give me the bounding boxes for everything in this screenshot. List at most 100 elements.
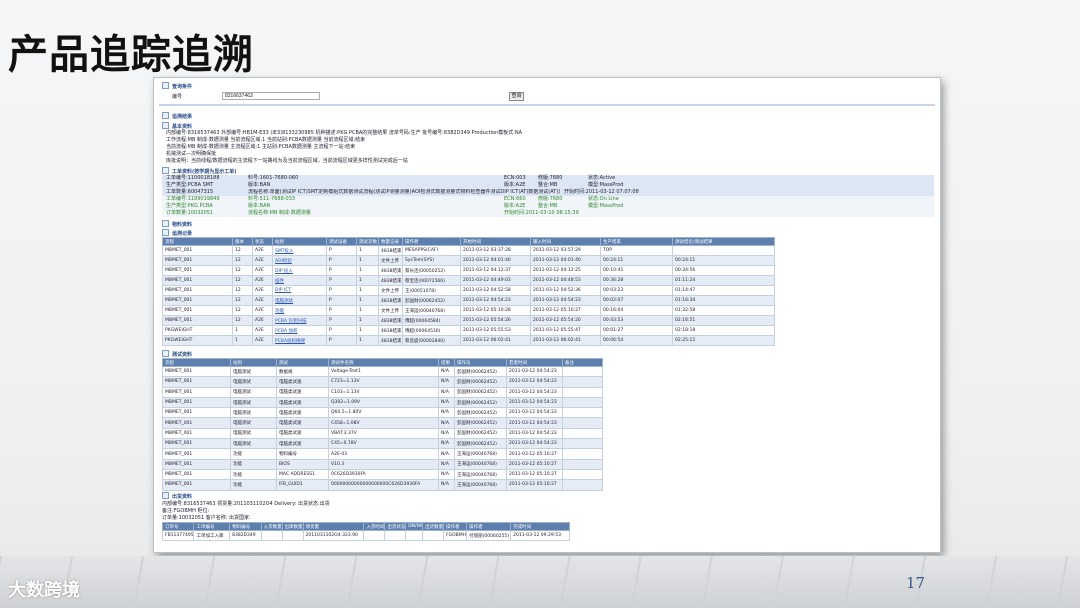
table-cell: 00000000000000000000C626D3930FA [328,479,439,491]
order-field: 流程名称:单面(测试IP ICT)SMT定制模组式数据测试流程(测试IP测量测量… [248,189,560,195]
column-header[interactable]: 操作者 [402,237,461,246]
order-field: 开始时间:2011-03-12 07:07:08 [564,189,639,195]
table-cell: PKGWEIGHT [162,335,233,346]
table-cell: 2011-03-12 04:01:40 [460,255,531,266]
order-field: 生产类型:PCBA SMT [166,182,214,188]
column-header[interactable]: DN/WO [405,522,424,531]
column-header[interactable]: 操作者 [466,522,512,531]
column-header[interactable]: 物料编号 [229,522,262,531]
table-cell [562,458,603,470]
station-link[interactable]: PCBA 加权 [272,325,327,336]
order-field: ECN:003 [504,175,526,181]
table-cell: N/A [438,438,455,450]
table-cell: 2011-03-12 04:54:23 [506,376,563,388]
column-header[interactable]: 出库数量 [281,522,304,531]
table-cell: Q392=1.09V [328,396,439,409]
table-cell: 电脑测试 [230,438,277,450]
order-field: 版本:BAN [248,203,271,209]
column-header[interactable]: 流程 [162,237,233,246]
basic-line: 库批说明：当前线程/数据流程的主流程下一站路线为及当前流程区域，当前流程区域更多… [166,158,408,164]
station-link[interactable]: PCBA 包装扫描 [272,315,327,326]
column-header[interactable]: 输入时间 [530,237,601,246]
column-header[interactable]: 入货数量 [260,522,283,531]
table-cell: A2E [252,325,273,336]
table-cell: Q60.5=1.80V [328,407,439,419]
table-cell: 02:18:18 [672,325,775,336]
table-cell: N/A [438,417,455,429]
column-header[interactable]: 入货时间 [363,522,386,531]
divider [159,104,935,106]
table-cell: VBAT:3.37V [328,427,439,440]
table-row: PKGWEIGHT 1 A2E PCBA加权确保 P 1 4838结束 蔡昌盛(0000284… [162,335,775,346]
table-cell [281,530,304,541]
column-header[interactable]: 开始时间 [460,237,531,246]
column-header[interactable]: 领货量 [302,522,365,531]
column-header[interactable]: 测试次数 [356,237,379,246]
table-cell: 1 [356,325,379,336]
table-cell: 2011-03-12 04:54:23 [506,417,563,429]
table-cell: 2011-03-12 05:55:47 [530,325,601,336]
station-link[interactable]: DIP 投入 [272,265,327,276]
column-header[interactable]: 订单号 [161,522,195,531]
column-header[interactable]: 站别 [230,358,277,367]
station-link[interactable]: DIP ICT [272,285,327,296]
column-header[interactable]: 出货状态 [384,522,407,531]
table-cell: 物料编号 [276,448,329,460]
column-header[interactable]: 工单编号 [193,522,231,531]
column-header[interactable]: 结果 [438,358,455,367]
station-link[interactable]: 功能 [272,305,327,316]
table-cell: 2011-03-12 04:54:23 [506,427,563,440]
route-table: 流程 版本 状态 站别 测试设备 测试次数 数量记录 操作者 开始时间 输入时间 生产结束 测试结论/… [162,237,775,346]
column-header[interactable]: 数量记录 [378,237,403,246]
column-header[interactable]: 测试 [276,358,329,367]
table-cell: 2011-03-12 04:54:23 [530,295,601,306]
table-cell: 00:01:27 [600,325,673,336]
table-cell: FGOBMH [443,530,468,541]
shipping-title: 出货资料 [162,492,192,501]
table-cell: 1 [232,335,253,346]
table-cell: N/A [438,468,455,481]
search-input[interactable] [222,92,320,100]
query-button[interactable]: 查询 [509,92,524,101]
slide-title: 产品追踪追溯 [8,32,254,78]
column-header[interactable]: 完成时间 [510,522,570,531]
test-table: 流程 站别 测试 测试件名称 结果 操作员 若者时间 备注 MBMET_001 电脑测试 数据规 Vo… [162,358,603,491]
column-header[interactable]: 站别 [272,237,327,246]
column-header[interactable]: 备注 [562,358,603,367]
station-link[interactable]: PCBA加权确保 [272,335,327,346]
column-header[interactable]: 测试设备 [326,237,357,246]
table-row: MBMET_001 电脑测试 电脑类试速 VBAT:3.37V N/A 彭国财(00062… [162,427,603,440]
table-cell [562,468,603,481]
column-header[interactable]: 出货数量 [422,522,445,531]
station-link[interactable]: 插件 [272,275,327,286]
column-header[interactable]: 生产结束 [600,237,673,246]
table-cell: A2E [252,305,273,316]
table-row: MBMET_001 电脑测试 电脑类试速 C458=1.08V N/A 彭国财(00062… [162,417,603,429]
column-header[interactable]: 操作者 [443,522,468,531]
page-number: 17 [906,574,926,592]
column-header[interactable]: 测试件名称 [328,358,439,367]
table-cell: 电脑类试速 [276,417,329,429]
station-link[interactable]: AOI检验 [272,255,327,266]
station-link[interactable]: SMT投入 [272,245,327,256]
table-cell: 王海运(00040768) [454,458,507,470]
table-cell: 王海运(00040768) [454,448,507,460]
table-row: MBMET_001 12 A2E PCBA 包装扫描 P 1 4838结束 傅超(000645… [162,315,775,326]
table-cell: A2E [252,245,273,256]
table-cell: MBMET_001 [162,407,231,419]
column-header[interactable]: 流程 [162,358,231,367]
table-cell: 00:24:11 [672,255,775,266]
table-cell: 2011-03-12 04:49:03 [460,275,531,286]
column-header[interactable]: 测试结论/测试结果 [672,237,775,246]
table-cell: N/A [438,458,455,470]
table-cell: N/A [438,479,455,491]
column-header[interactable]: 操作员 [454,358,507,367]
table-cell: 2011031102O4:323.90 [302,530,365,541]
column-header[interactable]: 状态 [252,237,273,246]
station-link[interactable]: 电脑测试 [272,295,327,306]
table-cell: 12 [232,295,253,306]
column-header[interactable]: 版本 [232,237,253,246]
table-cell: MBMET_001 [162,245,233,256]
table-cell: 1 [356,275,379,286]
column-header[interactable]: 若者时间 [506,358,563,367]
